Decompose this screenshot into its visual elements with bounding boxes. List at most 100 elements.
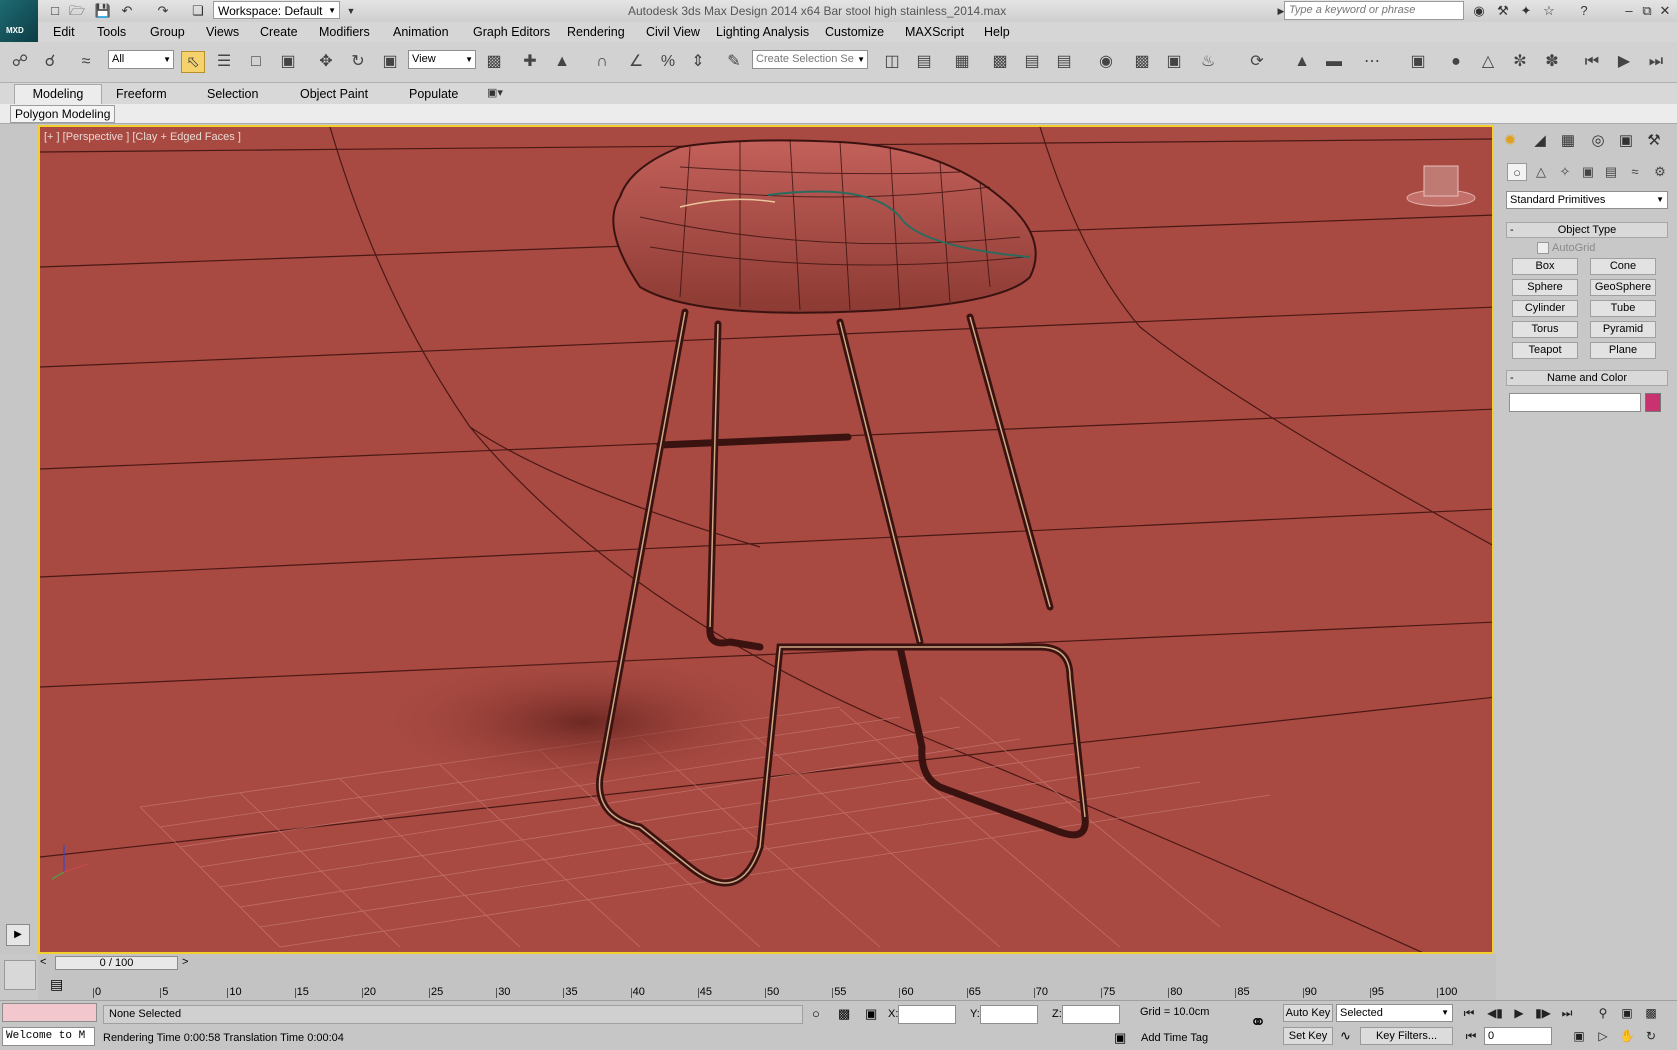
render-setup-icon[interactable]: ▩ xyxy=(1130,51,1154,73)
modify-tab-icon[interactable]: ◢ xyxy=(1528,130,1552,152)
set-key-icon[interactable]: ⚭ xyxy=(1244,1010,1272,1040)
edit-named-selection-icon[interactable]: ✎ xyxy=(722,51,746,73)
object-name-field[interactable] xyxy=(1509,393,1641,412)
systems-icon[interactable]: ⚙ xyxy=(1650,163,1670,181)
time-slider-prev-icon[interactable]: < xyxy=(40,956,46,968)
polygon-modeling-panel[interactable]: Polygon Modeling xyxy=(10,105,116,123)
object-type-rollout[interactable]: - Object Type xyxy=(1506,222,1668,238)
help-icon[interactable]: ? xyxy=(1575,2,1593,20)
pan-icon[interactable]: ✋ xyxy=(1616,1027,1638,1045)
pyramid-button[interactable]: Pyramid xyxy=(1590,321,1656,338)
space-warps-icon[interactable]: ≈ xyxy=(1625,163,1645,181)
rectangular-selection-icon[interactable]: □ xyxy=(244,51,268,73)
isolate-selection-icon[interactable]: ○ xyxy=(812,1006,820,1021)
grid-icon[interactable]: ⋯ xyxy=(1360,51,1384,73)
menu-create[interactable]: Create xyxy=(260,25,298,39)
key-filters-button[interactable]: Key Filters... xyxy=(1360,1027,1453,1045)
curve-icon[interactable]: ∿ xyxy=(1340,1028,1351,1044)
autogrid-checkbox[interactable] xyxy=(1537,242,1549,254)
torus-button[interactable]: Torus xyxy=(1512,321,1578,338)
time-configuration-icon[interactable]: ▣ xyxy=(1568,1027,1590,1045)
go-to-start-icon[interactable]: ⏮ xyxy=(1458,1004,1480,1022)
communication-icon[interactable]: ✦ xyxy=(1517,2,1535,20)
snaps-toggle-icon[interactable]: ∩ xyxy=(590,51,614,73)
rotate-icon[interactable]: ↻ xyxy=(346,51,370,73)
graphite-toggle-icon[interactable]: ▩ xyxy=(988,51,1012,73)
current-frame-field[interactable]: 0 xyxy=(1484,1027,1552,1045)
window-crossing-icon[interactable]: ▣ xyxy=(276,51,300,73)
z-coordinate-field[interactable] xyxy=(1062,1005,1120,1024)
curve-editor-icon[interactable]: ▤ xyxy=(1020,51,1044,73)
ribbon-tab-populate[interactable]: Populate xyxy=(409,87,458,101)
pivot-center-icon[interactable]: ▩ xyxy=(482,51,506,73)
plane-button[interactable]: Plane xyxy=(1590,342,1656,359)
menu-customize[interactable]: Customize xyxy=(825,25,884,39)
subscription-icon[interactable]: ⚒ xyxy=(1494,2,1512,20)
menu-rendering[interactable]: Rendering xyxy=(567,25,625,39)
move-icon[interactable]: ✥ xyxy=(314,51,338,73)
create-tab-icon[interactable]: ✹ xyxy=(1498,130,1522,152)
open-file-icon[interactable]: 🗁 xyxy=(68,2,86,20)
next-frame-icon[interactable]: ▮▶ xyxy=(1532,1004,1554,1022)
ribbon-tab-freeform[interactable]: Freeform xyxy=(116,87,167,101)
menu-civil-view[interactable]: Civil View xyxy=(646,25,700,39)
display-tab-icon[interactable]: ▣ xyxy=(1614,130,1638,152)
menu-edit[interactable]: Edit xyxy=(53,25,75,39)
daylight-icon[interactable]: ▬ xyxy=(1322,51,1346,73)
zoom-extents-icon[interactable]: ▣ xyxy=(1616,1004,1638,1022)
utilities-tab-icon[interactable]: ⚒ xyxy=(1642,130,1666,152)
save-icon[interactable]: 💾 xyxy=(94,2,112,20)
y-coordinate-field[interactable] xyxy=(980,1005,1038,1024)
rendered-frame-window-icon[interactable]: ▣ xyxy=(1162,51,1186,73)
selection-filter-dropdown[interactable]: All ▼ xyxy=(108,50,174,69)
spinner-snap-icon[interactable]: ⇕ xyxy=(686,51,710,73)
play-render-icon[interactable]: ▶ xyxy=(1612,51,1636,73)
redo-icon[interactable]: ↷ xyxy=(154,2,172,20)
zoom-icon[interactable]: ⚲ xyxy=(1592,1004,1614,1022)
previous-frame-icon[interactable]: ◀▮ xyxy=(1484,1004,1506,1022)
maxscript-listener-input[interactable]: Welcome to M xyxy=(2,1027,95,1046)
hair-icon[interactable]: ✼ xyxy=(1508,51,1532,73)
binoculars-icon[interactable]: ◉ xyxy=(1470,2,1488,20)
new-file-icon[interactable]: □ xyxy=(46,2,64,20)
close-icon[interactable]: ✕ xyxy=(1656,2,1674,20)
minimize-icon[interactable]: – xyxy=(1620,2,1638,20)
percent-snap-icon[interactable]: % xyxy=(656,51,680,73)
project-folder-icon[interactable]: ❏ xyxy=(189,2,207,20)
time-slider-next-icon[interactable]: > xyxy=(182,956,188,968)
perspective-viewport[interactable] xyxy=(38,125,1494,954)
ribbon-tab-object-paint[interactable]: Object Paint xyxy=(300,87,368,101)
key-mode-dropdown[interactable]: Selected ▼ xyxy=(1336,1004,1453,1022)
menu-modifiers[interactable]: Modifiers xyxy=(319,25,370,39)
menu-graph-editors[interactable]: Graph Editors xyxy=(473,25,550,39)
restore-icon[interactable]: ⧉ xyxy=(1638,2,1656,20)
hierarchy-tab-icon[interactable]: ▦ xyxy=(1556,130,1580,152)
lights-icon[interactable]: ✧ xyxy=(1555,163,1575,181)
category-dropdown[interactable]: Standard Primitives ▼ xyxy=(1506,191,1668,209)
select-manipulate-icon[interactable]: ✚ xyxy=(518,51,542,73)
menu-maxscript[interactable]: MAXScript xyxy=(905,25,964,39)
ribbon-tab-modeling[interactable]: Modeling xyxy=(14,84,102,104)
link-icon[interactable]: ☍ xyxy=(8,51,32,73)
keyboard-shortcut-override-icon[interactable]: ▲ xyxy=(550,51,574,73)
menu-views[interactable]: Views xyxy=(206,25,239,39)
curve-editor-toggle-icon[interactable]: ▤ xyxy=(50,976,63,993)
sparkle-icon[interactable]: ✽ xyxy=(1540,51,1564,73)
shapes-icon[interactable]: △ xyxy=(1531,163,1551,181)
motion-tab-icon[interactable]: ◎ xyxy=(1586,130,1610,152)
tube-button[interactable]: Tube xyxy=(1590,300,1656,317)
field-of-view-icon[interactable]: ▷ xyxy=(1592,1027,1614,1045)
menu-tools[interactable]: Tools xyxy=(97,25,126,39)
object-color-swatch[interactable] xyxy=(1645,393,1661,412)
scale-icon[interactable]: ▣ xyxy=(378,51,402,73)
geometry-icon[interactable]: ○ xyxy=(1507,163,1527,181)
named-selection-set-dropdown[interactable]: Create Selection Se ▼ xyxy=(752,50,868,69)
cameras-icon[interactable]: ▣ xyxy=(1578,163,1598,181)
schematic-view-icon[interactable]: ▤ xyxy=(1052,51,1076,73)
selection-lock-icon[interactable]: ▩ xyxy=(838,1006,850,1022)
box-button[interactable]: Box xyxy=(1512,258,1578,275)
app-logo[interactable]: MXD xyxy=(0,0,38,42)
mirror-icon[interactable]: ◫ xyxy=(880,51,904,73)
material-editor-icon[interactable]: ◉ xyxy=(1094,51,1118,73)
civil-view-icon[interactable]: ▲ xyxy=(1290,51,1314,73)
